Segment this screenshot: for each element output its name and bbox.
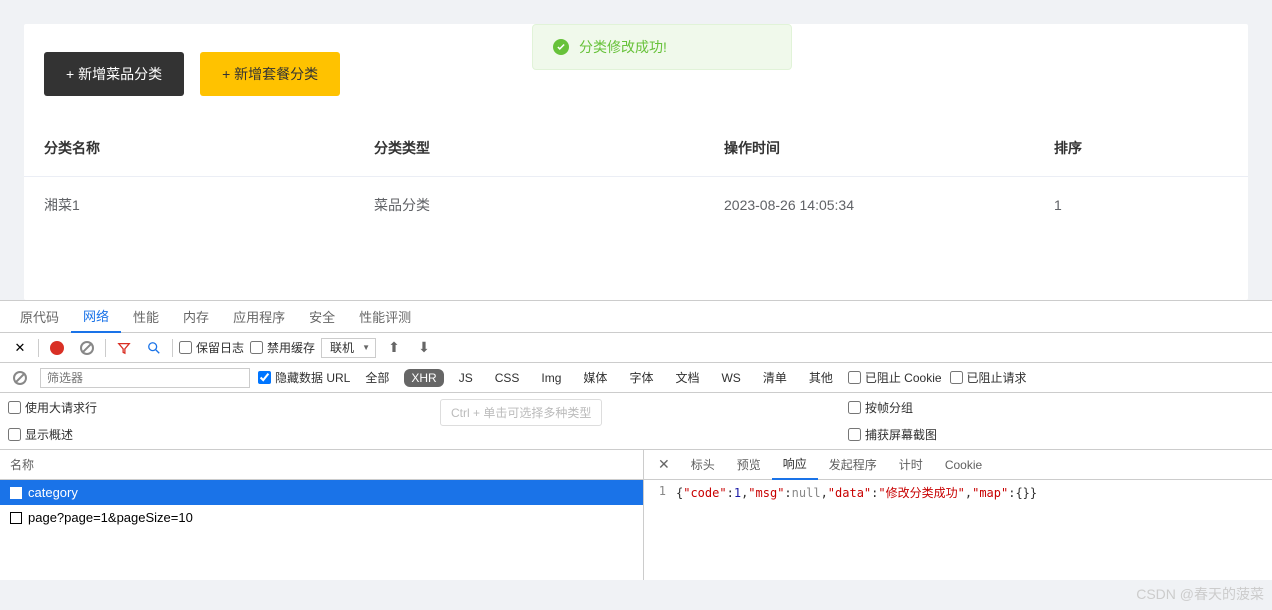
divider [172, 339, 173, 357]
filter-doc[interactable]: 文档 [668, 367, 706, 388]
col-name: 分类名称 [24, 120, 354, 177]
filter-media[interactable]: 媒体 [576, 367, 614, 388]
clear-icon[interactable] [75, 336, 99, 360]
response-body[interactable]: 1 {"code":1,"msg":null,"data":"修改分类成功","… [644, 480, 1272, 505]
close-response-icon[interactable]: ✕ [648, 456, 680, 473]
divider [105, 339, 106, 357]
request-list-header[interactable]: 名称 [0, 450, 643, 480]
filter-manifest[interactable]: 清单 [756, 367, 794, 388]
col-time: 操作时间 [704, 120, 1034, 177]
toast-message: 分类修改成功! [579, 37, 667, 57]
cell-sort: 1 [1034, 177, 1248, 234]
tab-timing[interactable]: 计时 [888, 450, 934, 480]
preserve-log-checkbox[interactable]: 保留日志 [179, 339, 244, 356]
filter-input[interactable] [40, 368, 250, 388]
upload-icon[interactable]: ⬆ [382, 336, 406, 360]
category-table: 分类名称 分类类型 操作时间 排序 湘菜1 菜品分类 2023-08-26 14… [24, 120, 1248, 233]
request-name: category [28, 485, 78, 500]
cell-time: 2023-08-26 14:05:34 [704, 177, 1034, 234]
tab-initiator[interactable]: 发起程序 [818, 450, 888, 480]
blocked-requests-checkbox[interactable]: 已阻止请求 [950, 369, 1027, 386]
tab-security[interactable]: 安全 [297, 301, 347, 333]
response-json: {"code":1,"msg":null,"data":"修改分类成功","ma… [676, 484, 1037, 501]
filter-css[interactable]: CSS [488, 369, 527, 387]
filter-font[interactable]: 字体 [622, 367, 660, 388]
disable-cache-checkbox[interactable]: 禁用缓存 [250, 339, 315, 356]
tab-performance[interactable]: 性能 [121, 301, 171, 333]
table-row: 湘菜1 菜品分类 2023-08-26 14:05:34 1 [24, 177, 1248, 234]
network-content: 名称 category page?page=1&pageSize=10 ✕ 标头… [0, 450, 1272, 580]
filter-img[interactable]: Img [534, 369, 568, 387]
col-sort: 排序 [1034, 120, 1248, 177]
tab-lighthouse[interactable]: 性能评测 [347, 301, 423, 333]
col-type: 分类类型 [354, 120, 704, 177]
request-item[interactable]: category [0, 480, 643, 505]
show-overview-checkbox[interactable]: 显示概述 [8, 426, 588, 443]
tab-memory[interactable]: 内存 [171, 301, 221, 333]
filter-js[interactable]: JS [452, 369, 480, 387]
cell-name: 湘菜1 [24, 177, 354, 234]
network-filter-bar: 隐藏数据 URL 全部 XHR JS CSS Img 媒体 字体 文档 WS 清… [0, 363, 1272, 393]
add-combo-category-button[interactable]: + 新增套餐分类 [200, 52, 340, 96]
tab-headers[interactable]: 标头 [680, 450, 726, 480]
devtools-panel: 原代码 网络 性能 内存 应用程序 安全 性能评测 ✕ 保留日志 禁用缓存 联机… [0, 300, 1272, 580]
throttle-select[interactable]: 联机 [321, 338, 376, 358]
tab-response[interactable]: 响应 [772, 450, 818, 480]
tab-cookies[interactable]: Cookie [934, 450, 993, 480]
request-name: page?page=1&pageSize=10 [28, 510, 193, 525]
network-toolbar: ✕ 保留日志 禁用缓存 联机 ⬆ ⬇ [0, 333, 1272, 363]
block-icon[interactable] [8, 366, 32, 390]
success-icon [553, 39, 569, 55]
hide-data-urls-checkbox[interactable]: 隐藏数据 URL [258, 369, 350, 386]
close-icon[interactable]: ✕ [8, 336, 32, 360]
filter-ws[interactable]: WS [714, 369, 747, 387]
download-icon[interactable]: ⬇ [412, 336, 436, 360]
line-number: 1 [652, 484, 666, 501]
request-icon [10, 512, 22, 524]
filter-other[interactable]: 其他 [802, 367, 840, 388]
filter-icon[interactable] [112, 336, 136, 360]
hint-box: Ctrl + 单击可选择多种类型 [440, 399, 602, 426]
devtools-main-tabs: 原代码 网络 性能 内存 应用程序 安全 性能评测 [0, 301, 1272, 333]
capture-screenshots-checkbox[interactable]: 捕获屏幕截图 [848, 426, 937, 443]
request-icon [10, 487, 22, 499]
tab-sources[interactable]: 原代码 [8, 301, 71, 333]
search-icon[interactable] [142, 336, 166, 360]
network-options: 使用大请求行 显示概述 Ctrl + 单击可选择多种类型 按帧分组 捕获屏幕截图 [0, 393, 1272, 450]
tab-application[interactable]: 应用程序 [221, 301, 297, 333]
tab-preview[interactable]: 预览 [726, 450, 772, 480]
watermark: CSDN @春天的菠菜 [1136, 584, 1264, 604]
cell-type: 菜品分类 [354, 177, 704, 234]
record-button[interactable] [45, 336, 69, 360]
app-card: 分类修改成功! + 新增菜品分类 + 新增套餐分类 分类名称 分类类型 操作时间… [24, 24, 1248, 300]
filter-all[interactable]: 全部 [358, 367, 396, 388]
success-toast: 分类修改成功! [532, 24, 792, 70]
divider [38, 339, 39, 357]
filter-xhr[interactable]: XHR [404, 369, 443, 387]
response-tabs: ✕ 标头 预览 响应 发起程序 计时 Cookie [644, 450, 1272, 480]
add-dish-category-button[interactable]: + 新增菜品分类 [44, 52, 184, 96]
request-list: 名称 category page?page=1&pageSize=10 [0, 450, 644, 580]
blocked-cookies-checkbox[interactable]: 已阻止 Cookie [848, 369, 942, 386]
request-item[interactable]: page?page=1&pageSize=10 [0, 505, 643, 530]
tab-network[interactable]: 网络 [71, 301, 121, 333]
response-panel: ✕ 标头 预览 响应 发起程序 计时 Cookie 1 {"code":1,"m… [644, 450, 1272, 580]
group-by-frame-checkbox[interactable]: 按帧分组 [848, 399, 937, 416]
